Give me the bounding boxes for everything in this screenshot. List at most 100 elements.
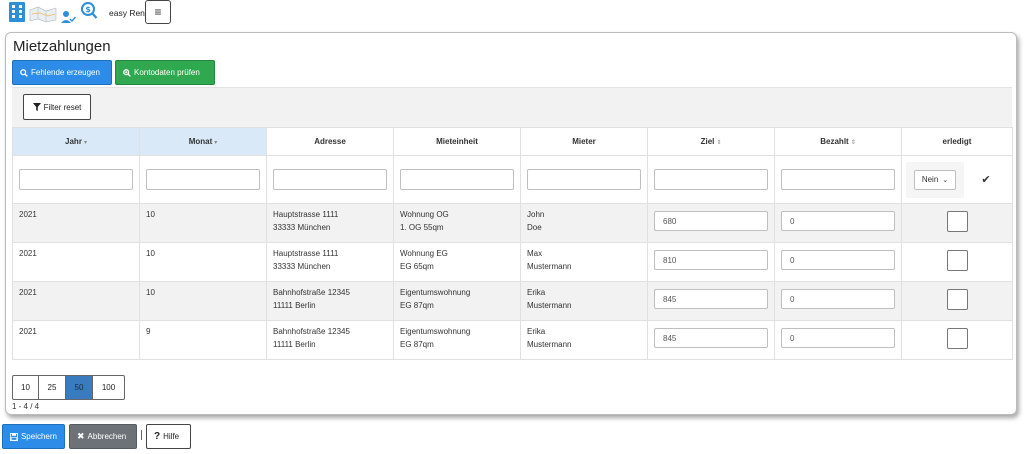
einheit-detail: EG 87qm	[400, 340, 434, 349]
map-icon[interactable]	[28, 5, 58, 23]
cell-jahr: 2021	[12, 242, 140, 282]
table-row: 2021 10 Bahnhofstraße 12345 11111 Berlin …	[12, 281, 1013, 321]
erledigt-checkbox[interactable]	[946, 328, 968, 349]
filter-jahr-input[interactable]	[19, 169, 133, 190]
bezahlt-input[interactable]: 0	[781, 328, 895, 348]
search-icon[interactable]: $	[80, 2, 98, 20]
check-account-label: Kontodaten prüfen	[134, 68, 200, 77]
bezahlt-input[interactable]: 0	[781, 289, 895, 309]
column-bezahlt-label: Bezahlt	[820, 137, 849, 146]
save-button[interactable]: Speichern	[2, 424, 65, 449]
checkmark-icon[interactable]: ✔	[964, 162, 1008, 198]
column-jahr[interactable]: Jahr ▾	[12, 127, 140, 156]
help-label: Hilfe	[163, 432, 180, 441]
help-button[interactable]: ? Hilfe	[146, 424, 191, 449]
divider	[141, 430, 142, 440]
column-bezahlt[interactable]: Bezahlt ⇕	[774, 127, 902, 156]
payments-table: Jahr ▾ Monat ▾ Adresse Mieteinheit Mieter …	[12, 127, 1013, 360]
main-panel: Mietzahlungen Fehlende erzeugen Kontodat…	[5, 32, 1017, 415]
filter-mieteinheit-input[interactable]	[400, 169, 514, 190]
bezahlt-input[interactable]: 0	[781, 211, 895, 231]
column-monat[interactable]: Monat ▾	[139, 127, 267, 156]
filter-cell	[12, 155, 140, 204]
sort-icon: ⇕	[716, 140, 722, 146]
result-range: 1 - 4 / 4	[12, 402, 40, 411]
mieter-firstname: John	[527, 210, 545, 219]
filter-cell	[266, 155, 394, 204]
cell-erledigt	[901, 242, 1013, 282]
cell-ziel: 845	[647, 281, 775, 321]
hamburger-icon: ≡	[154, 5, 162, 19]
column-ziel[interactable]: Ziel ⇕	[647, 127, 775, 156]
sort-icon: ⇕	[850, 140, 856, 146]
filter-adresse-input[interactable]	[273, 169, 387, 190]
cell-mieteinheit: Wohnung OG 1. OG 55qm	[393, 203, 521, 243]
filter-ziel-input[interactable]	[654, 169, 768, 190]
erledigt-checkbox[interactable]	[946, 211, 968, 232]
table-row: 2021 10 Hauptstrasse 1111 33333 München W…	[12, 242, 1013, 282]
filter-cell	[520, 155, 648, 204]
filter-mieter-input[interactable]	[527, 169, 641, 190]
filter-reset-label: Filter reset	[43, 102, 82, 112]
sort-desc-icon: ▾	[214, 140, 218, 146]
ziel-input[interactable]: 845	[654, 328, 768, 348]
table-row: 2021 10 Hauptstrasse 1111 33333 München W…	[12, 203, 1013, 243]
search-plus-icon	[123, 68, 131, 77]
bezahlt-input[interactable]: 0	[781, 250, 895, 270]
column-erledigt-label: erledigt	[942, 137, 972, 146]
person-check-icon[interactable]	[60, 9, 76, 25]
top-bar: $ easy Rent ≡	[0, 0, 300, 30]
cancel-label: Abbrechen	[87, 432, 127, 441]
mieter-firstname: Erika	[527, 288, 546, 297]
filter-monat-input[interactable]	[146, 169, 260, 190]
page-size-10[interactable]: 10	[12, 375, 39, 400]
cell-ziel: 845	[647, 320, 775, 360]
floppy-disk-icon	[10, 432, 18, 441]
page-size-100[interactable]: 100	[92, 375, 125, 400]
adresse-city: 33333 München	[273, 262, 331, 271]
filter-bar: Filter reset	[12, 87, 1012, 127]
building-icon[interactable]	[9, 2, 25, 22]
adresse-street: Hauptstrasse 1111	[273, 249, 339, 258]
column-mieter: Mieter	[520, 127, 648, 156]
svg-text:$: $	[85, 5, 91, 14]
column-mieteinheit-label: Mieteinheit	[436, 137, 478, 146]
adresse-street: Bahnhofstraße 12345	[273, 288, 350, 297]
erledigt-select[interactable]: Nein ⌄	[914, 169, 956, 190]
einheit-name: Wohnung EG	[400, 249, 448, 258]
column-mieteinheit: Mieteinheit	[393, 127, 521, 156]
cell-bezahlt: 0	[774, 281, 902, 321]
cell-adresse: Hauptstrasse 1111 33333 München	[266, 242, 394, 282]
ziel-input[interactable]: 680	[654, 211, 768, 231]
menu-button[interactable]: ≡	[145, 0, 171, 24]
cell-ziel: 810	[647, 242, 775, 282]
check-account-button[interactable]: Kontodaten prüfen	[115, 60, 215, 85]
ziel-input[interactable]: 845	[654, 289, 768, 309]
ziel-input[interactable]: 810	[654, 250, 768, 270]
filter-cell: Nein ⌄ ✔	[901, 155, 1013, 204]
create-missing-button[interactable]: Fehlende erzeugen	[12, 60, 112, 85]
sort-desc-icon: ▾	[83, 140, 87, 146]
column-jahr-label: Jahr	[65, 137, 82, 146]
filter-icon	[32, 103, 41, 111]
cell-mieteinheit: Eigentumswohnung EG 87qm	[393, 320, 521, 360]
cell-monat: 10	[139, 242, 267, 282]
brand-name[interactable]: easy Rent	[109, 8, 147, 18]
page-size-25[interactable]: 25	[38, 375, 66, 400]
column-erledigt: erledigt	[901, 127, 1013, 156]
erledigt-checkbox[interactable]	[946, 250, 968, 271]
cell-mieter: Erika Mustermann	[520, 320, 648, 360]
cancel-button[interactable]: ✖ Abbrechen	[69, 424, 137, 449]
chevron-down-icon: ⌄	[942, 176, 949, 184]
filter-cell	[774, 155, 902, 204]
mieter-lastname: Doe	[527, 223, 542, 232]
filter-bezahlt-input[interactable]	[781, 169, 895, 190]
cell-mieter: Max Mustermann	[520, 242, 648, 282]
filter-reset-button[interactable]: Filter reset	[23, 94, 91, 120]
column-monat-label: Monat	[188, 137, 213, 146]
page-size-50[interactable]: 50	[65, 375, 93, 400]
erledigt-checkbox[interactable]	[946, 289, 968, 310]
column-adresse: Adresse	[266, 127, 394, 156]
erledigt-select-value: Nein	[921, 175, 939, 184]
adresse-city: 11111 Berlin	[273, 340, 316, 349]
